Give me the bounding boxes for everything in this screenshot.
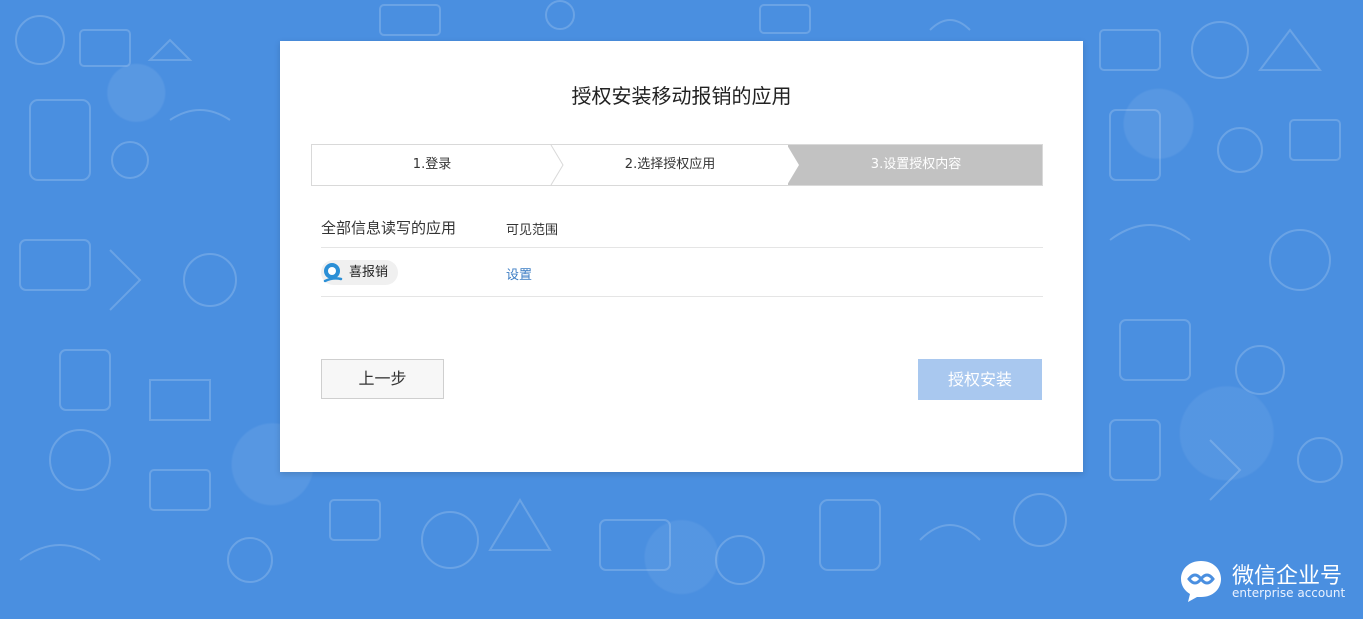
install-dialog: 授权安装移动报销的应用 1.登录 2.选择授权应用 3.设置授权内容 全部信息读… (280, 41, 1083, 472)
dialog-title: 授权安装移动报销的应用 (571, 84, 792, 108)
brand-subtitle: enterprise account (1232, 586, 1346, 600)
table-header: 全部信息读写的应用 可见范围 (321, 213, 1043, 248)
previous-step-button[interactable]: 上一步 (321, 359, 444, 399)
app-chip: 喜报销 (321, 260, 399, 285)
step-set-permission: 3.设置授权内容 (787, 145, 1042, 185)
scope-setting-link[interactable]: 设置 (506, 264, 532, 283)
app-logo-icon (323, 263, 343, 283)
step-login: 1.登录 (412, 157, 452, 172)
app-name: 喜报销 (349, 265, 389, 280)
authorize-install-button[interactable]: 授权安装 (918, 359, 1042, 400)
step-progress: 1.登录 2.选择授权应用 3.设置授权内容 (311, 144, 1043, 186)
table-row: 喜报销 设置 (321, 248, 1043, 297)
column-header-scope: 可见范围 (506, 223, 559, 238)
step-select-app: 2.选择授权应用 (624, 157, 716, 172)
brand-logo-area: 微信企业号 enterprise account (1178, 558, 1348, 604)
wechat-work-logo-icon (1181, 561, 1221, 602)
column-header-app: 全部信息读写的应用 (321, 219, 457, 237)
